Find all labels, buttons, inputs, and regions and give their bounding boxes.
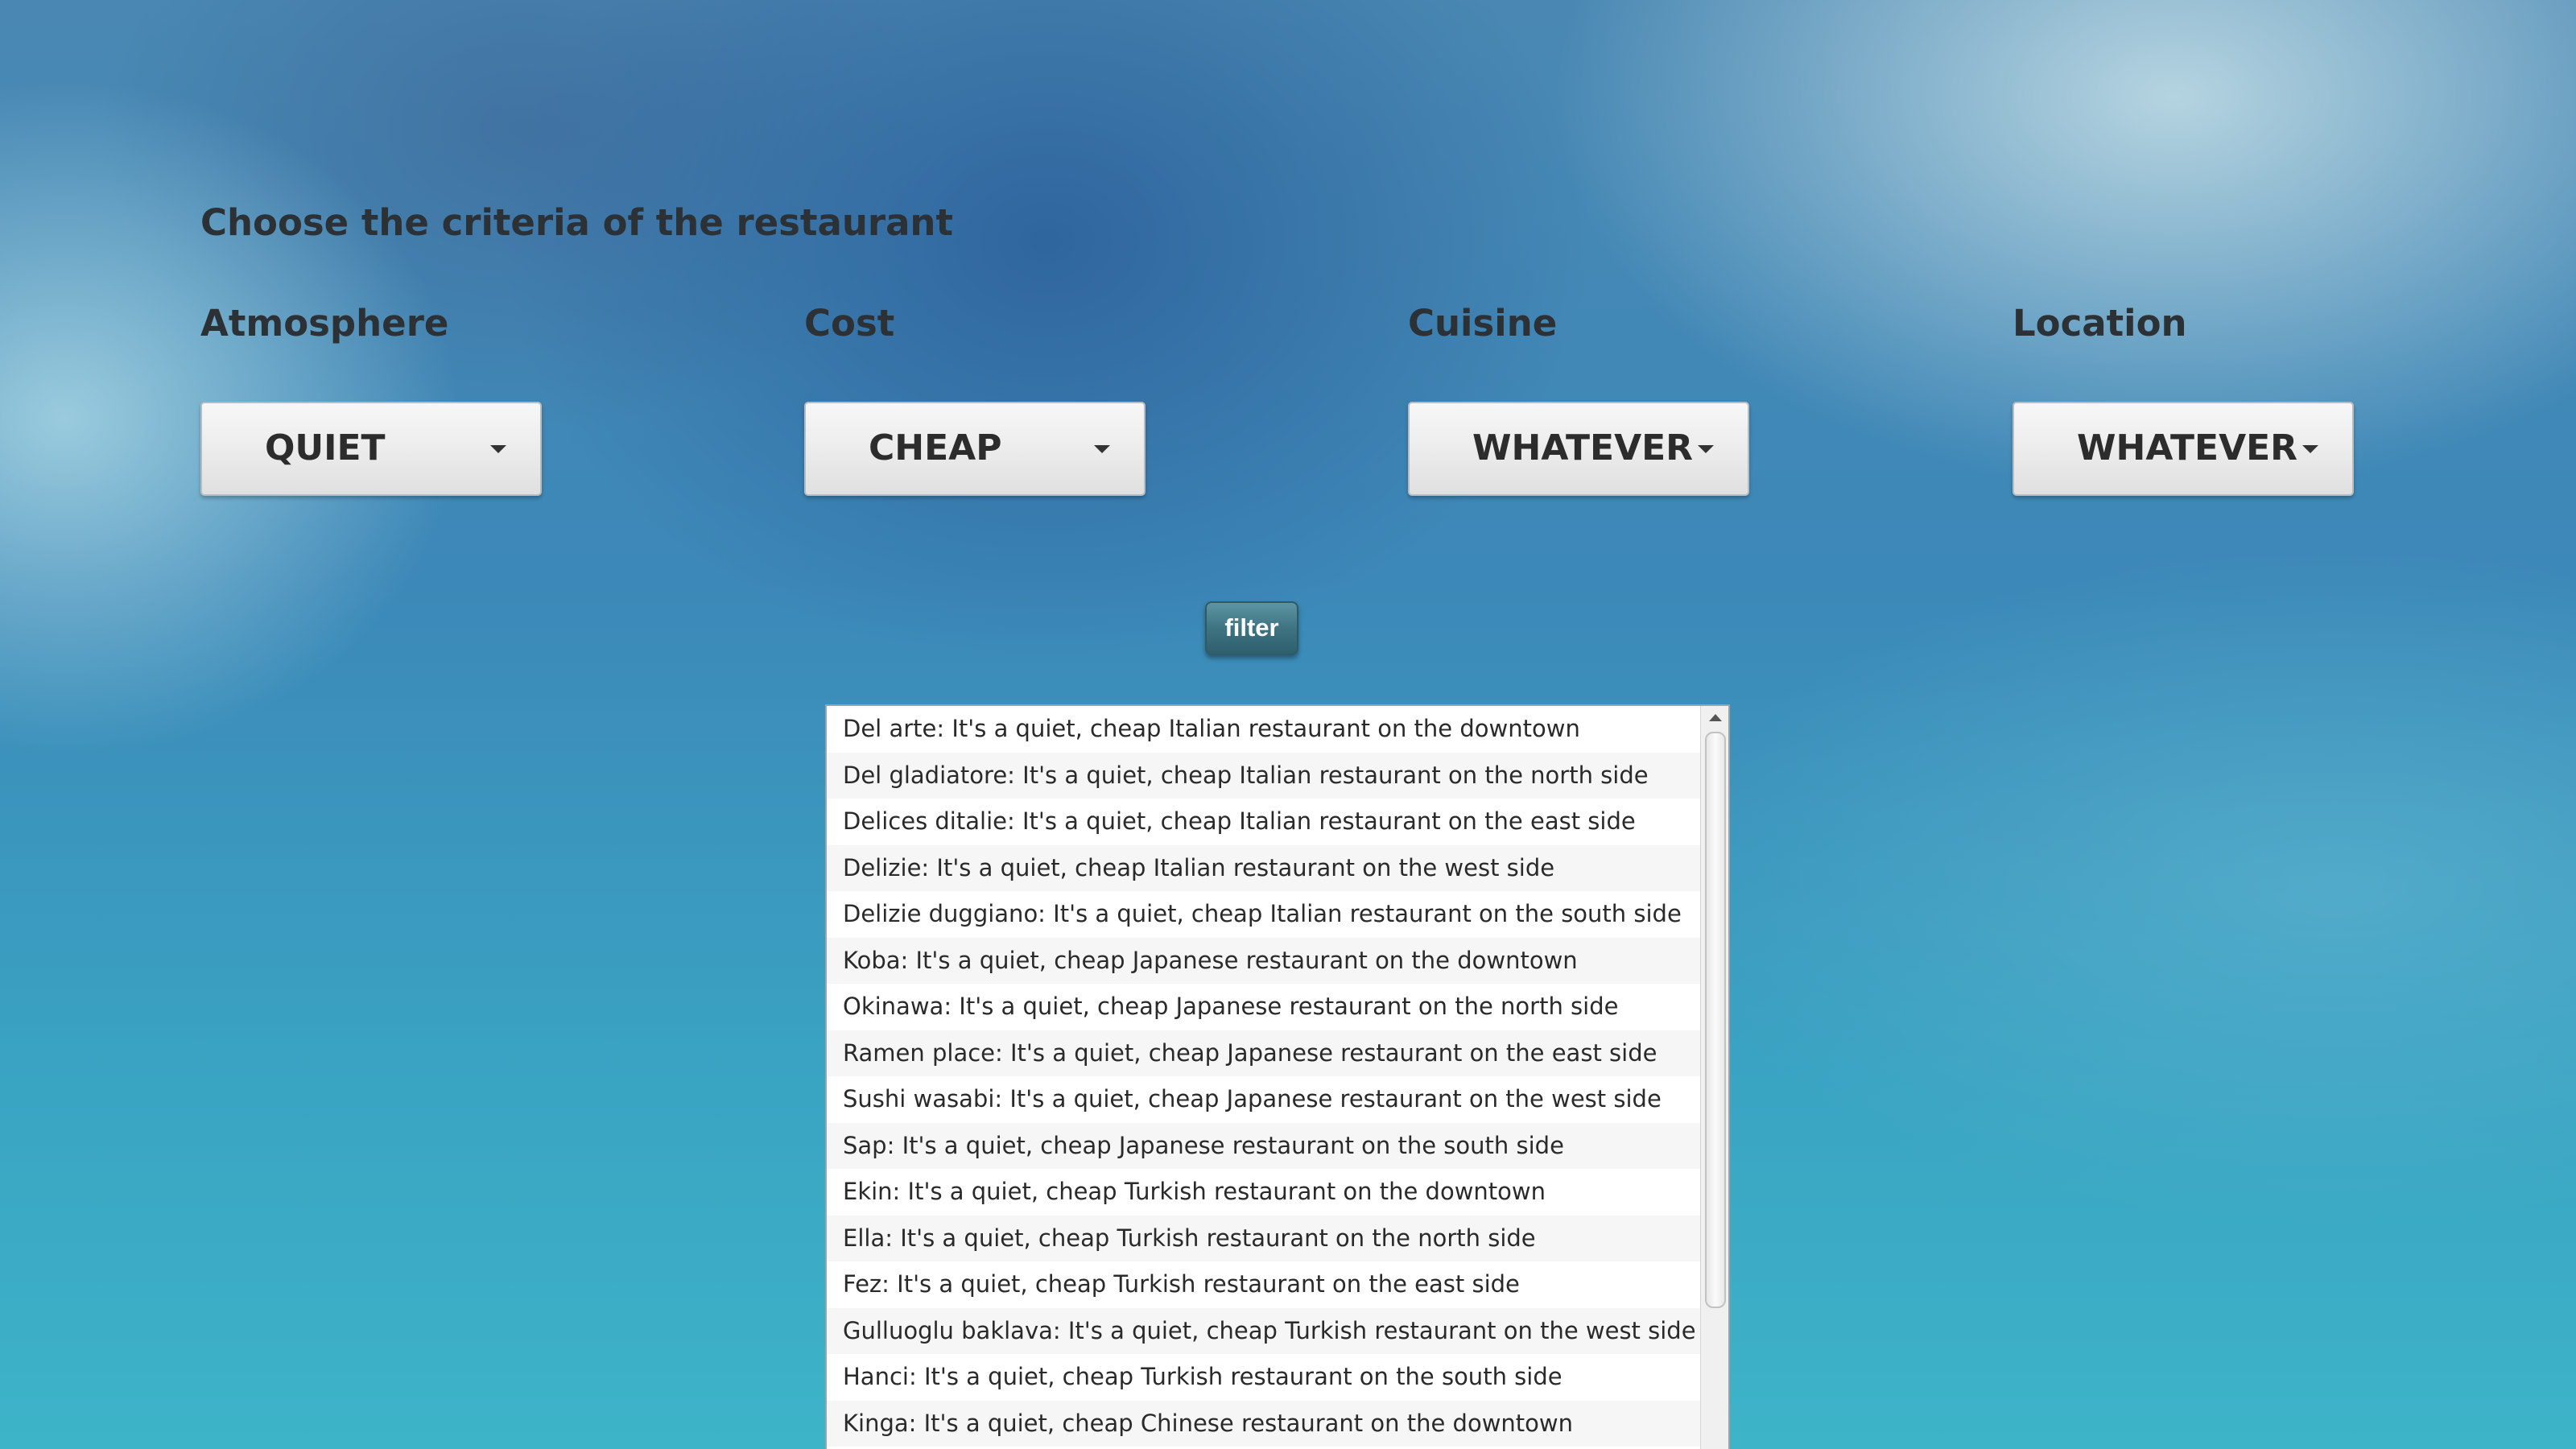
list-item[interactable]: Del arte: It's a quiet, cheap Italian re… [827,706,1703,753]
cuisine-dropdown-value: WHATEVER [1472,427,1694,469]
location-dropdown-value: WHATEVER [2077,427,2298,469]
list-item[interactable]: Ella: It's a quiet, cheap Turkish restau… [827,1215,1703,1261]
list-item[interactable]: Ramen place: It's a quiet, cheap Japanes… [827,1030,1703,1076]
page-title: Choose the criteria of the restaurant [200,201,953,244]
atmosphere-dropdown-value: QUIET [265,427,386,469]
chevron-down-icon [1698,445,1714,453]
list-item[interactable]: Hanci: It's a quiet, cheap Turkish resta… [827,1354,1703,1401]
list-item[interactable]: Del gladiatore: It's a quiet, cheap Ital… [827,752,1703,799]
list-item[interactable]: Okinawa: It's a quiet, cheap Japanese re… [827,984,1703,1030]
location-dropdown[interactable]: WHATEVER [2013,402,2354,496]
restaurant-results-list[interactable]: Del arte: It's a quiet, cheap Italian re… [825,704,1730,1449]
cost-dropdown[interactable]: CHEAP [804,402,1146,496]
list-item[interactable]: Kinga: It's a quiet, cheap Chinese resta… [827,1400,1703,1447]
cuisine-label: Cuisine [1408,302,1558,345]
atmosphere-dropdown[interactable]: QUIET [200,402,542,496]
cuisine-dropdown[interactable]: WHATEVER [1408,402,1749,496]
list-item[interactable]: Koba: It's a quiet, cheap Japanese resta… [827,937,1703,984]
list-item[interactable]: Sap: It's a quiet, cheap Japanese restau… [827,1122,1703,1169]
chevron-down-icon [1094,445,1110,453]
results-items: Del arte: It's a quiet, cheap Italian re… [827,706,1703,1447]
chevron-down-icon [2302,445,2318,453]
list-item[interactable]: Gulluoglu baklava: It's a quiet, cheap T… [827,1307,1703,1354]
list-item[interactable]: Delizie duggiano: It's a quiet, cheap It… [827,891,1703,938]
cost-dropdown-value: CHEAP [869,427,1002,469]
list-item[interactable]: Delizie: It's a quiet, cheap Italian res… [827,844,1703,891]
list-item[interactable]: Ekin: It's a quiet, cheap Turkish restau… [827,1169,1703,1216]
scrollbar-thumb[interactable] [1705,732,1726,1308]
location-label: Location [2013,302,2187,345]
chevron-down-icon [490,445,506,453]
cost-label: Cost [804,302,895,345]
atmosphere-label: Atmosphere [200,302,449,345]
list-item[interactable]: Delices ditalie: It's a quiet, cheap Ita… [827,799,1703,845]
filter-button[interactable]: filter [1205,601,1298,655]
list-item[interactable]: Fez: It's a quiet, cheap Turkish restaur… [827,1261,1703,1308]
list-item[interactable]: Sushi wasabi: It's a quiet, cheap Japane… [827,1076,1703,1123]
vertical-scrollbar[interactable] [1700,706,1728,1449]
scroll-up-arrow-icon[interactable] [1701,706,1728,730]
